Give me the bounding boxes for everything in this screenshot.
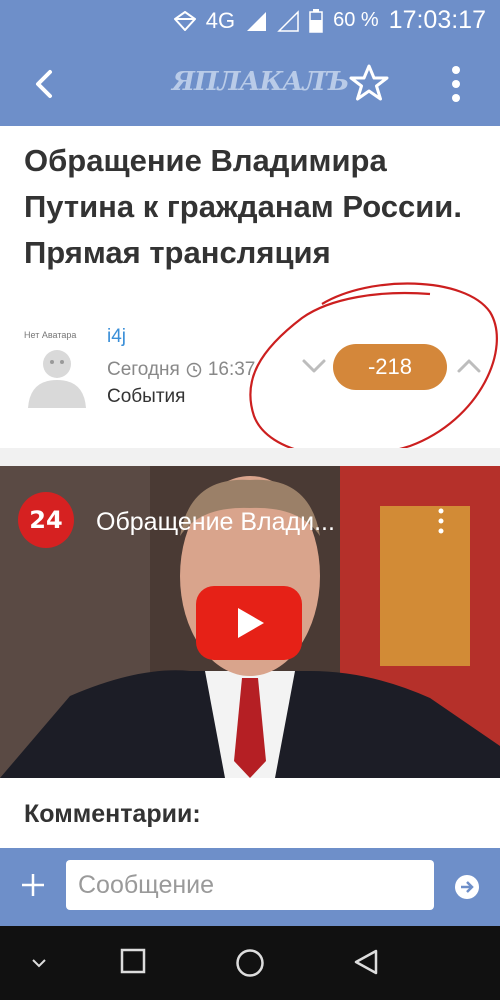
system-nav-bar	[0, 926, 500, 1000]
more-vert-icon[interactable]	[442, 62, 470, 106]
message-input[interactable]	[66, 860, 434, 910]
back-arrow-icon[interactable]	[24, 62, 68, 106]
message-composer	[0, 848, 500, 926]
post-title: Обращение Владимира Путина к гражданам Р…	[24, 143, 462, 270]
back-triangle-icon[interactable]	[352, 948, 380, 976]
battery-icon	[309, 8, 323, 33]
comments-heading: Комментарии:	[24, 800, 201, 828]
author-link[interactable]: i4j	[107, 326, 255, 354]
post-category[interactable]: События	[107, 386, 255, 416]
signal-icon	[247, 11, 267, 31]
signal-empty-icon	[277, 9, 299, 32]
avatar[interactable]: Нет Аватара	[24, 328, 90, 408]
site-logo[interactable]: ЯПЛАКАЛЪ	[172, 67, 349, 97]
network-type: 4G	[205, 7, 236, 33]
battery-level: 60 %	[333, 9, 379, 31]
app-bar: ЯПЛАКАЛЪ	[0, 42, 500, 126]
plus-icon[interactable]	[20, 872, 46, 898]
clock-icon	[186, 362, 202, 378]
play-button-icon[interactable]	[196, 586, 302, 660]
clock: 17:03:17	[388, 6, 486, 34]
video-title[interactable]: Обращение Влади...	[96, 508, 335, 537]
vote-down-icon[interactable]	[300, 352, 328, 380]
post-date: Сегодня	[107, 359, 180, 380]
avatar-caption: Нет Аватара	[24, 330, 76, 340]
recents-square-icon[interactable]	[120, 948, 146, 974]
post-meta: i4j Сегодня 16:37 События	[107, 326, 255, 416]
status-bar: 4G 60 % 17:03:17	[0, 0, 500, 42]
post-time: 16:37	[207, 359, 256, 380]
video-player[interactable]: 24 Обращение Влади...	[0, 466, 500, 778]
video-more-icon[interactable]	[436, 506, 446, 536]
section-divider	[0, 448, 500, 466]
vote-up-icon[interactable]	[455, 352, 483, 380]
chevron-down-icon[interactable]	[30, 956, 48, 970]
star-icon[interactable]	[348, 62, 390, 104]
home-circle-icon[interactable]	[235, 948, 265, 978]
channel-logo[interactable]: 24	[18, 492, 74, 548]
data-saver-icon	[173, 10, 196, 31]
send-icon[interactable]	[454, 874, 480, 900]
rating-badge: -218	[333, 344, 447, 390]
